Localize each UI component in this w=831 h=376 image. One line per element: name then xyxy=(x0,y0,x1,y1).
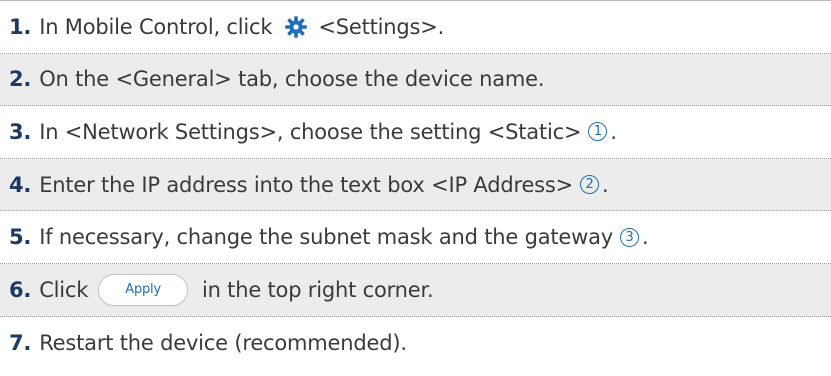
step-3: 3. In <Network Settings>, choose the set… xyxy=(0,106,831,159)
callout-marker-3: 3 xyxy=(620,227,639,247)
step-text: If necessary, change the subnet mask and… xyxy=(39,225,613,250)
callout-marker-1: 1 xyxy=(588,122,608,142)
apply-button[interactable]: Apply xyxy=(98,273,188,306)
step-number: 5. xyxy=(9,225,32,250)
step-text-end: . xyxy=(642,225,649,250)
step-text: In Mobile Control, click xyxy=(39,14,273,39)
callout-marker-2: 2 xyxy=(580,175,600,195)
step-text: Enter the IP address into the text box <… xyxy=(39,172,574,197)
step-text: Click xyxy=(39,277,89,302)
step-number: 1. xyxy=(9,14,32,39)
step-number: 2. xyxy=(9,67,32,92)
step-text: In <Network Settings>, choose the settin… xyxy=(39,119,582,144)
gear-icon xyxy=(284,15,308,39)
step-text-settings: <Settings>. xyxy=(318,14,445,39)
step-text: On the <General> tab, choose the device … xyxy=(39,67,545,92)
step-number: 3. xyxy=(9,119,32,144)
step-text-end: . xyxy=(602,172,609,197)
step-6: 6. Click Apply in the top right corner. xyxy=(0,263,831,317)
step-1: 1. In Mobile Control, click <Settings>. xyxy=(0,1,831,54)
step-4: 4. Enter the IP address into the text bo… xyxy=(0,158,831,212)
instruction-steps: 1. In Mobile Control, click <Settings>. xyxy=(0,0,831,376)
step-text: Restart the device (recommended). xyxy=(39,330,407,355)
step-number: 7. xyxy=(9,330,32,355)
step-5: 5. If necessary, change the subnet mask … xyxy=(0,211,831,264)
step-text-end: . xyxy=(610,119,617,144)
step-text-after: in the top right corner. xyxy=(201,277,434,302)
step-7: 7. Restart the device (recommended). xyxy=(0,317,831,370)
step-number: 4. xyxy=(9,172,32,197)
step-2: 2. On the <General> tab, choose the devi… xyxy=(0,53,831,107)
step-number: 6. xyxy=(9,277,32,302)
